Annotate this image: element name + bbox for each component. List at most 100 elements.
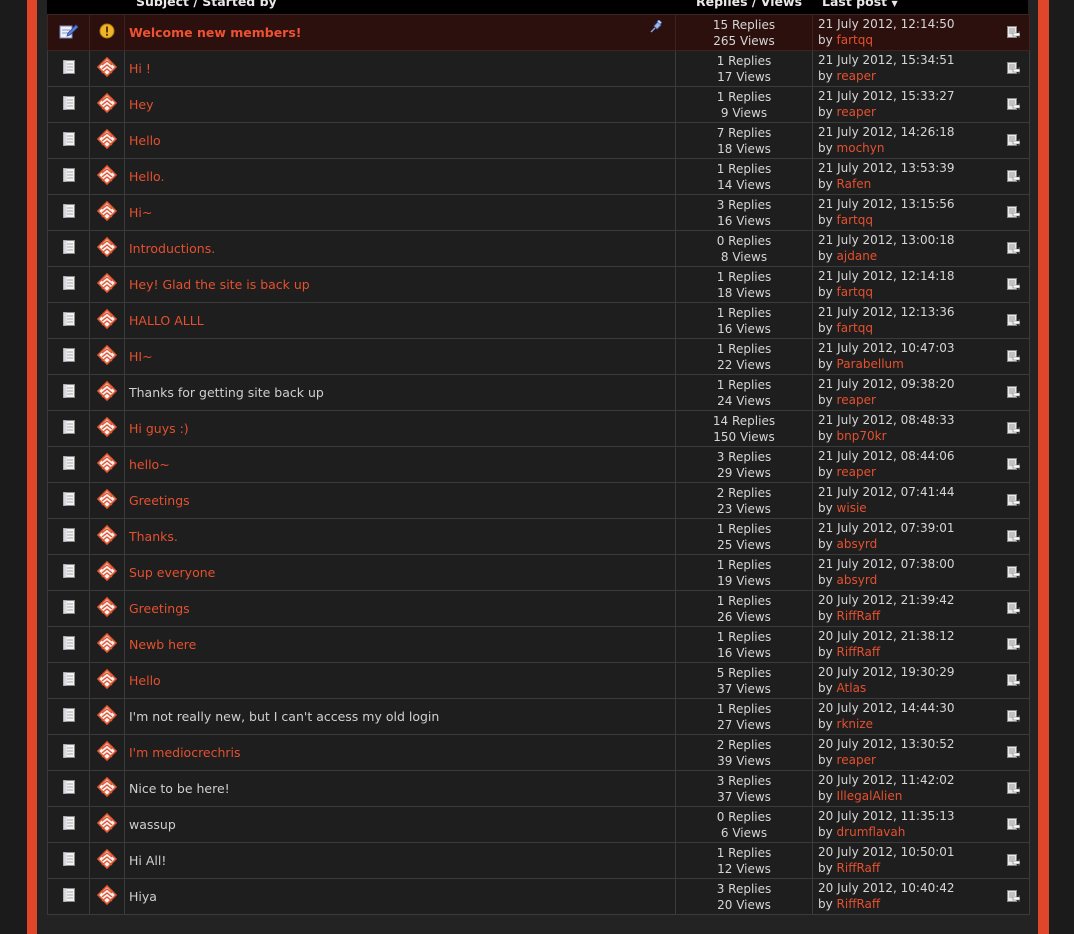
topic-subject-link[interactable]: Introductions.: [129, 241, 215, 256]
go-to-last-post-icon[interactable]: [1007, 422, 1021, 440]
last-post-column-header[interactable]: Last post ▼: [822, 0, 898, 9]
replies-column-header[interactable]: Replies / Views: [696, 0, 802, 9]
topic-subject-link[interactable]: Greetings: [129, 601, 190, 616]
topic-subject-link[interactable]: Hiya: [129, 889, 157, 904]
go-to-last-post-icon[interactable]: [1007, 134, 1021, 152]
topic-subject-link[interactable]: I'm mediocrechris: [129, 745, 241, 760]
topic-type-cell: [47, 662, 90, 699]
topic-subject-link[interactable]: Newb here: [129, 637, 196, 652]
go-to-last-post-icon[interactable]: [1007, 854, 1021, 872]
go-to-last-post-icon[interactable]: [1007, 746, 1021, 764]
topic-subject-link[interactable]: Hey! Glad the site is back up: [129, 277, 310, 292]
go-to-last-post-icon[interactable]: [1007, 386, 1021, 404]
topic-icon: [62, 384, 75, 401]
last-post-user-link[interactable]: fartqq: [837, 321, 873, 335]
go-to-last-post-icon[interactable]: [1007, 674, 1021, 692]
last-post-user-link[interactable]: ajdane: [837, 249, 878, 263]
last-post-user-link[interactable]: fartqq: [837, 213, 873, 227]
last-post-user-link[interactable]: Atlas: [837, 681, 867, 695]
subject-column-header[interactable]: Subject / Started by: [136, 0, 277, 9]
topic-stats-cell: 1 Replies 22 Views: [675, 338, 813, 375]
topic-subject-link[interactable]: Sup everyone: [129, 565, 215, 580]
topic-status-cell: [89, 590, 125, 627]
go-to-last-post-icon[interactable]: [1007, 170, 1021, 188]
last-post-user-link[interactable]: reaper: [837, 465, 876, 479]
post-icon: [96, 452, 118, 476]
topic-row: Hello. 1 Replies 14 Views 21 July 2012, …: [47, 158, 1030, 195]
topic-type-cell: [47, 50, 90, 87]
go-to-last-post-icon[interactable]: [1007, 530, 1021, 548]
last-post-user-link[interactable]: absyrd: [837, 537, 878, 551]
go-to-last-post-icon[interactable]: [1007, 566, 1021, 584]
go-to-last-post-icon[interactable]: [1007, 818, 1021, 836]
topic-subject-link[interactable]: Hi All!: [129, 853, 166, 868]
topic-subject-link[interactable]: Hi~: [129, 205, 152, 220]
topic-stats-cell: 1 Replies 25 Views: [675, 518, 813, 555]
topic-subject-link[interactable]: Hello: [129, 673, 161, 688]
last-post-date: 20 July 2012, 13:30:52: [818, 737, 955, 751]
topic-subject-link[interactable]: Thanks.: [129, 529, 178, 544]
topic-subject-link[interactable]: Hello: [129, 133, 161, 148]
last-post-user-link[interactable]: rknize: [837, 717, 874, 731]
go-to-last-post-icon[interactable]: [1007, 458, 1021, 476]
go-to-last-post-icon[interactable]: [1007, 782, 1021, 800]
go-to-last-post-icon[interactable]: [1007, 494, 1021, 512]
go-to-last-post-icon[interactable]: [1007, 278, 1021, 296]
last-post-user-link[interactable]: fartqq: [837, 33, 873, 47]
go-to-last-post-icon[interactable]: [1007, 242, 1021, 260]
last-post-user-link[interactable]: reaper: [837, 105, 876, 119]
topic-status-cell: [89, 374, 125, 411]
topic-row: Thanks. 1 Replies 25 Views 21 July 2012,…: [47, 518, 1030, 555]
topic-subject-link[interactable]: HALLO ALLL: [129, 313, 204, 328]
last-post-user-link[interactable]: wisie: [837, 501, 867, 515]
go-to-last-post-icon[interactable]: [1007, 314, 1021, 332]
topic-subject-link[interactable]: hello~: [129, 457, 170, 472]
last-post-user-link[interactable]: reaper: [837, 393, 876, 407]
go-to-last-post-icon[interactable]: [1007, 890, 1021, 908]
topic-subject-link[interactable]: Greetings: [129, 493, 190, 508]
last-post-user-link[interactable]: bnp70kr: [837, 429, 887, 443]
topic-subject-link[interactable]: Hi !: [129, 61, 151, 76]
last-post-date: 20 July 2012, 11:35:13: [818, 809, 955, 823]
go-to-last-post-icon[interactable]: [1007, 638, 1021, 656]
last-post-user-link[interactable]: fartqq: [837, 285, 873, 299]
topic-type-cell: [47, 374, 90, 411]
topic-type-cell: [47, 158, 90, 195]
last-post-user-link[interactable]: Parabellum: [837, 357, 904, 371]
go-to-last-post-icon[interactable]: [1007, 26, 1021, 44]
go-to-last-post-icon[interactable]: [1007, 206, 1021, 224]
last-post-user-link[interactable]: mochyn: [837, 141, 885, 155]
go-to-last-post-icon[interactable]: [1007, 350, 1021, 368]
last-post-user-link[interactable]: reaper: [837, 753, 876, 767]
topic-subject-link[interactable]: Thanks for getting site back up: [129, 385, 324, 400]
last-post-user-link[interactable]: RiffRaff: [837, 861, 881, 875]
topic-subject-link[interactable]: Hey: [129, 97, 154, 112]
last-post-user-link[interactable]: absyrd: [837, 573, 878, 587]
last-post-user-link[interactable]: drumflavah: [837, 825, 906, 839]
topic-stats-cell: 1 Replies 16 Views: [675, 302, 813, 339]
reply-count: 1 Replies: [716, 161, 772, 176]
last-post-user-link[interactable]: Rafen: [837, 177, 872, 191]
topic-subject-cell: Hi~: [124, 194, 676, 231]
last-post-user-link[interactable]: reaper: [837, 69, 876, 83]
last-post-cell: 21 July 2012, 15:34:51 by reaper: [812, 50, 1030, 87]
topic-row: Newb here 1 Replies 16 Views 20 July 201…: [47, 626, 1030, 663]
go-to-last-post-icon[interactable]: [1007, 710, 1021, 728]
topic-subject-link[interactable]: wassup: [129, 817, 176, 832]
topic-subject-link[interactable]: Nice to be here!: [129, 781, 230, 796]
last-post-user-link[interactable]: RiffRaff: [837, 897, 881, 911]
last-post-user-link[interactable]: IllegalAlien: [837, 789, 903, 803]
topic-subject-link[interactable]: HI~: [129, 349, 153, 364]
last-post-cell: 20 July 2012, 19:30:29 by Atlas: [812, 662, 1030, 699]
topic-icon: [62, 60, 75, 77]
go-to-last-post-icon[interactable]: [1007, 602, 1021, 620]
last-post-date: 20 July 2012, 10:40:42: [818, 881, 955, 895]
go-to-last-post-icon[interactable]: [1007, 62, 1021, 80]
go-to-last-post-icon[interactable]: [1007, 98, 1021, 116]
topic-subject-link[interactable]: Hi guys :): [129, 421, 189, 436]
topic-subject-link[interactable]: Hello.: [129, 169, 164, 184]
topic-subject-link[interactable]: Welcome new members!: [129, 25, 302, 40]
last-post-user-link[interactable]: RiffRaff: [837, 609, 881, 623]
topic-subject-link[interactable]: I'm not really new, but I can't access m…: [129, 709, 439, 724]
last-post-user-link[interactable]: RiffRaff: [837, 645, 881, 659]
